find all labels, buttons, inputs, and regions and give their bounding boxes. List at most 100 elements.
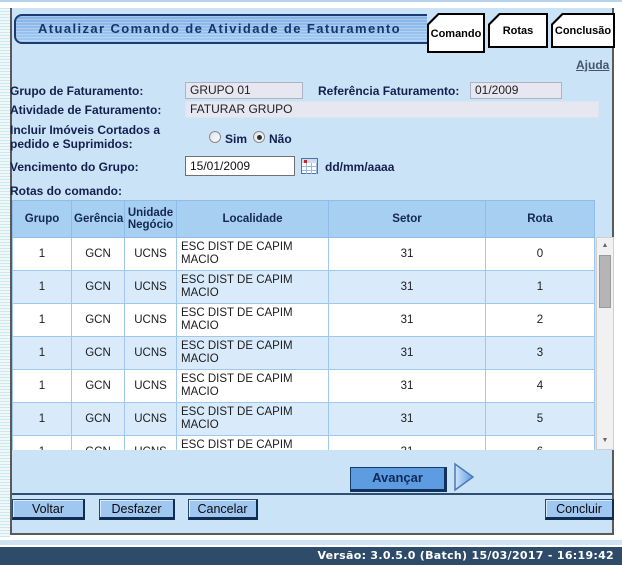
cell-setor: 31 (329, 403, 486, 436)
cell-setor: 31 (329, 337, 486, 370)
cell-rota: 1 (486, 271, 595, 304)
cell-unidade: UCNS (125, 304, 177, 337)
top-decor-line (0, 0, 622, 2)
cell-setor: 31 (329, 370, 486, 403)
cell-rota: 0 (486, 238, 595, 271)
cell-setor: 31 (329, 271, 486, 304)
col-header-setor: Setor (329, 201, 486, 238)
referencia-faturamento-label: Referência Faturamento: (318, 84, 459, 98)
scrollbar-thumb[interactable] (599, 255, 611, 308)
cell-grupo: 1 (13, 436, 72, 451)
cell-localidade: ESC DIST DE CAPIM MACIO (177, 436, 329, 451)
cell-grupo: 1 (13, 304, 72, 337)
tab-conclusao-label: Conclusão (555, 25, 611, 37)
radio-sim[interactable] (209, 131, 221, 143)
cell-unidade: UCNS (125, 238, 177, 271)
cell-gerencia: GCN (72, 436, 125, 451)
app-page: Atualizar Comando de Atividade de Fatura… (0, 0, 622, 565)
concluir-button[interactable]: Concluir (545, 499, 614, 520)
cell-setor: 31 (329, 304, 486, 337)
pre-footer-strip (0, 540, 622, 545)
cell-setor: 31 (329, 238, 486, 271)
cell-gerencia: GCN (72, 370, 125, 403)
cell-gerencia: GCN (72, 304, 125, 337)
cell-rota: 3 (486, 337, 595, 370)
table-row: 1 GCN UCNS ESC DIST DE CAPIM MACIO 31 3 (13, 337, 595, 370)
table-row: 1 GCN UCNS ESC DIST DE CAPIM MACIO 31 1 (13, 271, 595, 304)
atividade-faturamento-value: FATURAR GRUPO (185, 101, 599, 118)
cell-localidade: ESC DIST DE CAPIM MACIO (177, 271, 329, 304)
table-scrollbar[interactable]: ▲ ▼ (596, 237, 614, 450)
radio-sim-label[interactable]: Sim (225, 132, 247, 146)
cell-rota: 5 (486, 403, 595, 436)
voltar-button[interactable]: Voltar (12, 499, 85, 520)
version-status-bar: Versão: 3.0.5.0 (Batch) 15/03/2017 - 16:… (0, 547, 622, 565)
table-row: 1 GCN UCNS ESC DIST DE CAPIM MACIO 31 5 (13, 403, 595, 436)
cell-localidade: ESC DIST DE CAPIM MACIO (177, 304, 329, 337)
vencimento-grupo-label: Vencimento do Grupo: (10, 160, 139, 174)
calendar-icon[interactable] (301, 158, 318, 174)
tab-conclusao[interactable]: Conclusão (551, 13, 615, 48)
tab-comando-label: Comando (431, 28, 482, 40)
cell-rota: 4 (486, 370, 595, 403)
calendar-icon-grid (302, 163, 317, 174)
page-title: Atualizar Comando de Atividade de Fatura… (14, 14, 444, 44)
cell-localidade: ESC DIST DE CAPIM MACIO (177, 370, 329, 403)
cancelar-button[interactable]: Cancelar (188, 499, 258, 520)
col-header-localidade: Localidade (177, 201, 329, 238)
desfazer-button[interactable]: Desfazer (99, 499, 175, 520)
incluir-imoveis-label-line2: pedido e Suprimidos: (10, 137, 133, 151)
cell-setor: 31 (329, 436, 486, 451)
col-header-unidade-negocio: Unidade Negócio (125, 201, 177, 238)
footer-separator-line (12, 493, 613, 495)
cell-grupo: 1 (13, 238, 72, 271)
incluir-imoveis-label-line1: Incluir Imóveis Cortados a (10, 123, 160, 137)
help-link[interactable]: Ajuda (576, 58, 609, 72)
date-format-hint: dd/mm/aaaa (325, 160, 394, 174)
radio-nao-label[interactable]: Não (269, 132, 292, 146)
cell-unidade: UCNS (125, 271, 177, 304)
tab-comando[interactable]: Comando (427, 13, 485, 53)
cell-gerencia: GCN (72, 337, 125, 370)
cell-localidade: ESC DIST DE CAPIM MACIO (177, 403, 329, 436)
vencimento-grupo-input[interactable] (185, 156, 295, 176)
cell-grupo: 1 (13, 337, 72, 370)
col-header-gerencia: Gerência (72, 201, 125, 238)
scrollbar-up-icon[interactable]: ▲ (598, 239, 612, 253)
cell-localidade: ESC DIST DE CAPIM MACIO (177, 337, 329, 370)
cell-unidade: UCNS (125, 370, 177, 403)
referencia-faturamento-value: 01/2009 (470, 82, 562, 99)
col-header-grupo: Grupo (13, 201, 72, 238)
avancar-button[interactable]: Avançar (350, 467, 447, 492)
table-row: 1 GCN UCNS ESC DIST DE CAPIM MACIO 31 4 (13, 370, 595, 403)
rotas-comando-label: Rotas do comando: (10, 184, 122, 198)
grupo-faturamento-label: Grupo de Faturamento: (10, 84, 143, 98)
radio-nao[interactable] (253, 131, 265, 143)
atividade-faturamento-label: Atividade de Faturamento: (10, 103, 161, 117)
cell-localidade: ESC DIST DE CAPIM MACIO (177, 238, 329, 271)
col-header-rota: Rota (486, 201, 595, 238)
table-row: 1 GCN UCNS ESC DIST DE CAPIM MACIO 31 2 (13, 304, 595, 337)
rotas-table-viewport: Grupo Gerência Unidade Negócio Localidad… (12, 200, 595, 450)
table-row: 1 GCN UCNS ESC DIST DE CAPIM MACIO 31 6 (13, 436, 595, 451)
scrollbar-down-icon[interactable]: ▼ (598, 434, 612, 448)
cell-rota: 6 (486, 436, 595, 451)
cell-gerencia: GCN (72, 403, 125, 436)
cell-grupo: 1 (13, 403, 72, 436)
cell-unidade: UCNS (125, 436, 177, 451)
cell-grupo: 1 (13, 370, 72, 403)
cell-unidade: UCNS (125, 337, 177, 370)
cell-gerencia: GCN (72, 271, 125, 304)
left-decor-stripes (0, 8, 10, 537)
cell-gerencia: GCN (72, 238, 125, 271)
grupo-faturamento-value: GRUPO 01 (185, 82, 303, 99)
cell-grupo: 1 (13, 271, 72, 304)
cell-rota: 2 (486, 304, 595, 337)
table-row: 1 GCN UCNS ESC DIST DE CAPIM MACIO 31 0 (13, 238, 595, 271)
table-header-row: Grupo Gerência Unidade Negócio Localidad… (13, 201, 595, 238)
tab-rotas-label: Rotas (503, 25, 534, 37)
cell-unidade: UCNS (125, 403, 177, 436)
rotas-table: Grupo Gerência Unidade Negócio Localidad… (12, 200, 595, 450)
avancar-arrow-icon (452, 462, 476, 492)
tab-rotas[interactable]: Rotas (488, 13, 548, 48)
